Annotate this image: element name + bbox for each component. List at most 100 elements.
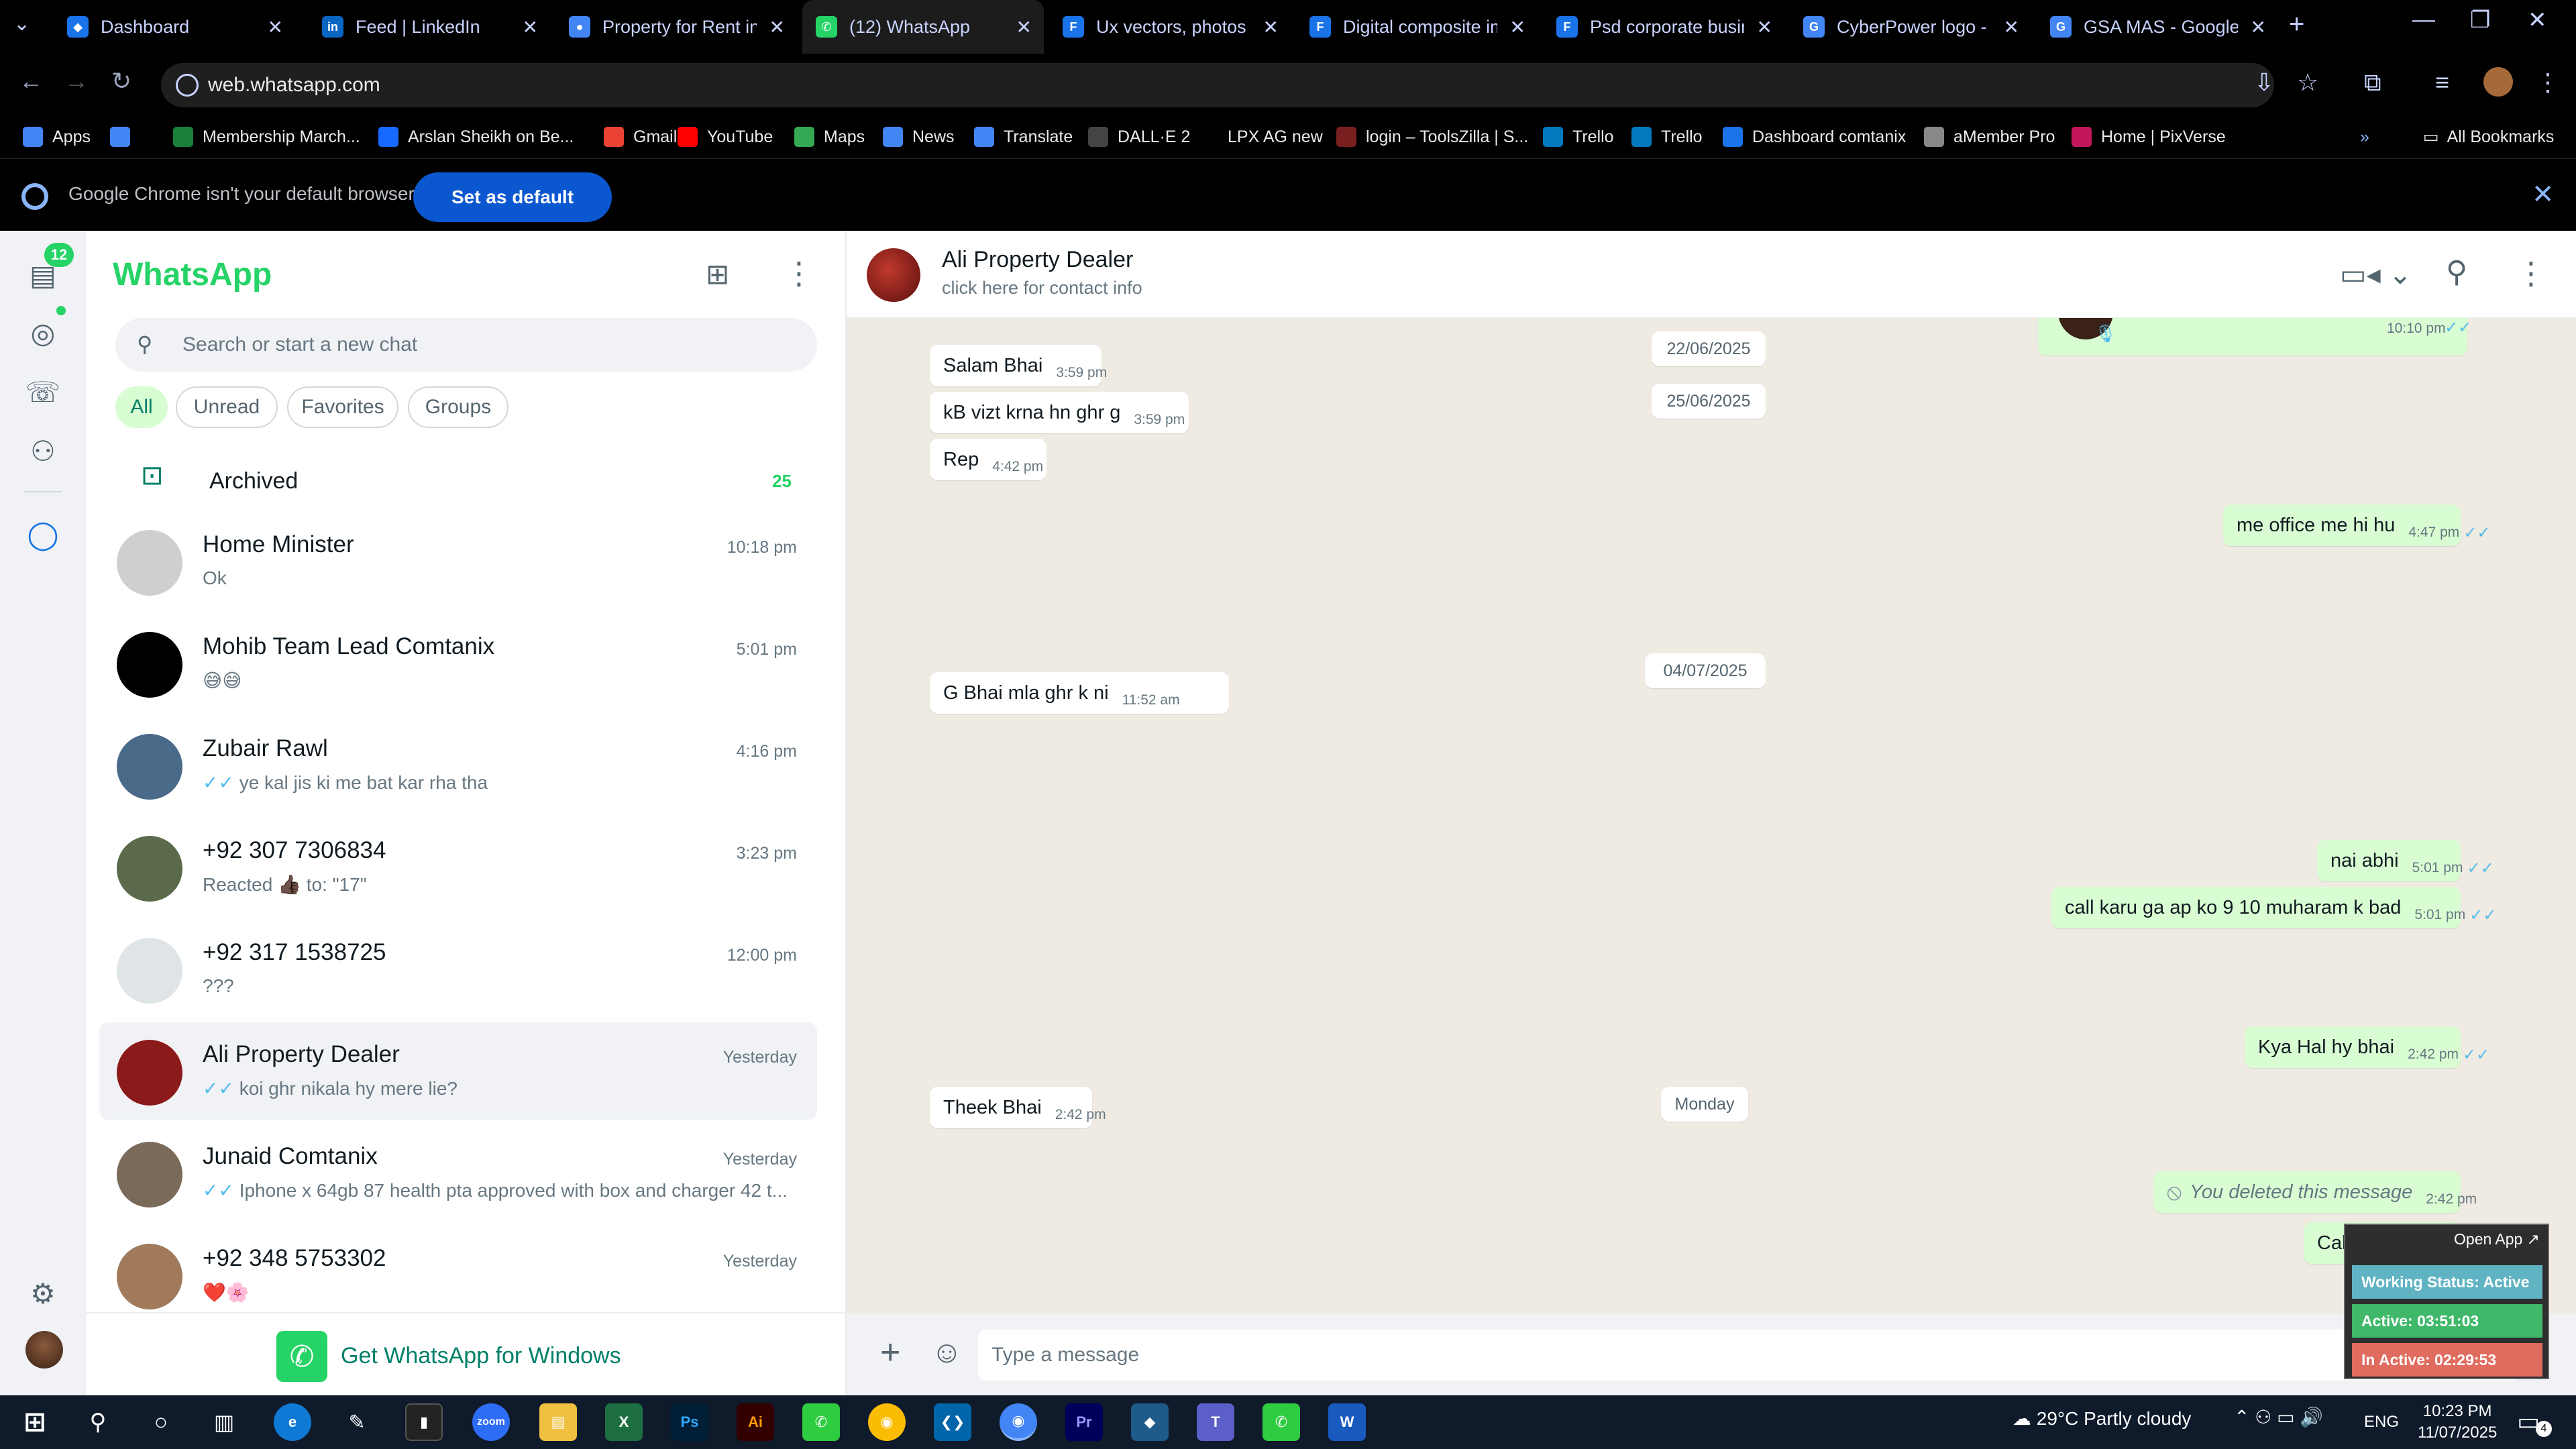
restore-icon[interactable]: ❐: [2470, 7, 2490, 34]
phone-app-icon[interactable]: ✆: [802, 1403, 840, 1441]
bookmark-item[interactable]: DALL·E 2: [1088, 118, 1190, 156]
channels-icon[interactable]: ☏: [24, 373, 62, 411]
menu-icon[interactable]: ⋮: [784, 255, 814, 291]
chat-list-item[interactable]: Ali Property Dealer Yesterday ✓✓ koi ghr n…: [99, 1022, 817, 1120]
tab-close-icon[interactable]: ✕: [1016, 16, 1032, 38]
cortana-icon[interactable]: ○: [142, 1403, 180, 1441]
outgoing-message[interactable]: Kya Hal hy bhai 2:42 pm ✓✓: [2245, 1026, 2489, 1068]
browser-tab[interactable]: G GSA MAS - Google S ✕: [2037, 0, 2278, 54]
search-messages-icon[interactable]: ⚲: [2446, 255, 2467, 289]
bookmark-item[interactable]: LPX AG new: [1198, 118, 1323, 156]
bookmark-item[interactable]: Apps: [23, 118, 91, 156]
zoom-icon[interactable]: zoom: [472, 1403, 510, 1441]
chat-list-item[interactable]: +92 317 1538725 12:00 pm???: [99, 920, 817, 1018]
more-bookmarks-icon[interactable]: »: [2360, 118, 2369, 156]
word-icon[interactable]: W: [1328, 1403, 1366, 1441]
install-app-icon[interactable]: ⇩: [2254, 68, 2274, 97]
my-profile-avatar[interactable]: [25, 1331, 63, 1368]
voice-message[interactable]: 🎙 10:10 pm ✓✓: [2038, 318, 2471, 356]
phone-app-2-icon[interactable]: ✆: [1263, 1403, 1300, 1441]
bookmark-item[interactable]: Gmail: [604, 118, 677, 156]
incoming-message[interactable]: kB vizt krna hn ghr g 3:59 pm: [930, 392, 1189, 433]
outgoing-message[interactable]: ⦸ You deleted this message 2:42 pm: [2153, 1171, 2477, 1213]
windows-start-icon[interactable]: ⊞: [16, 1403, 54, 1441]
filter-unread[interactable]: Unread: [176, 386, 278, 428]
settings-gear-icon[interactable]: ⚙: [24, 1275, 62, 1312]
close-window-icon[interactable]: ✕: [2528, 7, 2547, 34]
site-info-icon[interactable]: [176, 74, 199, 97]
incoming-message[interactable]: G Bhai mla ghr k ni 11:52 am: [930, 672, 1229, 714]
forward-icon[interactable]: →: [64, 67, 89, 95]
profile-avatar[interactable]: [2483, 67, 2513, 97]
bookmark-item[interactable]: Membership March...: [173, 118, 360, 156]
chat-list-item[interactable]: Junaid Comtanix Yesterday ✓✓ Iphone x 64gb…: [99, 1124, 817, 1222]
system-tray-icons[interactable]: ⌃ ⚇ ▭ 🔊: [2234, 1406, 2323, 1428]
tab-close-icon[interactable]: ✕: [1510, 16, 1525, 38]
weather-widget[interactable]: ☁ 29°C Partly cloudy: [2012, 1407, 2191, 1430]
video-call-icon[interactable]: ▭◂ ⌄: [2340, 258, 2412, 290]
filter-favorites[interactable]: Favorites: [287, 386, 398, 428]
bookmark-item[interactable]: Trello: [1543, 118, 1614, 156]
back-icon[interactable]: ←: [19, 67, 43, 95]
reload-icon[interactable]: ↻: [111, 67, 131, 95]
bookmark-item[interactable]: Dashboard comtanix: [1723, 118, 1906, 156]
sticker-emoji-icon[interactable]: ☺: [931, 1334, 963, 1370]
bookmark-item[interactable]: Arslan Sheikh on Be...: [378, 118, 574, 156]
file-explorer-icon[interactable]: ▤: [539, 1403, 577, 1441]
infobar-close-icon[interactable]: ✕: [2532, 179, 2555, 210]
chrome-active-icon[interactable]: ◉: [1000, 1403, 1037, 1441]
filter-all[interactable]: All: [115, 386, 168, 428]
chat-list-item[interactable]: +92 307 7306834 3:23 pm Reacted 👍🏿 to: "17…: [99, 818, 817, 916]
conversation-menu-icon[interactable]: ⋮: [2516, 255, 2546, 291]
browser-tab[interactable]: ● Property for Rent in P ✕: [555, 0, 797, 54]
url-bar[interactable]: web.whatsapp.com: [161, 63, 2274, 107]
meta-ai-icon[interactable]: ◯: [24, 515, 62, 553]
tab-close-icon[interactable]: ✕: [1757, 16, 1772, 38]
browser-tab[interactable]: ✆ (12) WhatsApp ✕: [802, 0, 1044, 54]
bookmark-item[interactable]: aMember Pro: [1924, 118, 2055, 156]
bookmark-item[interactable]: [110, 118, 140, 156]
teams-icon[interactable]: T: [1197, 1403, 1234, 1441]
pen-tool-icon[interactable]: ✎: [338, 1403, 376, 1441]
illustrator-icon[interactable]: Ai: [737, 1403, 774, 1441]
browser-tab[interactable]: F Ux vectors, photos an ✕: [1049, 0, 1291, 54]
terminal-icon[interactable]: ▮: [405, 1403, 443, 1441]
bookmark-item[interactable]: News: [883, 118, 955, 156]
outgoing-message[interactable]: call karu ga ap ko 9 10 muharam k bad 5:0…: [2051, 887, 2496, 928]
tab-close-icon[interactable]: ✕: [769, 16, 785, 38]
language-indicator[interactable]: ENG: [2364, 1413, 2399, 1432]
app-diamond-icon[interactable]: ◆: [1131, 1403, 1169, 1441]
tab-close-icon[interactable]: ✕: [268, 16, 283, 38]
bookmark-item[interactable]: Home | PixVerse: [2072, 118, 2226, 156]
browser-tab[interactable]: G CyberPower logo - G ✕: [1790, 0, 2031, 54]
archived-row[interactable]: ⊡ Archived 25: [86, 445, 847, 513]
outgoing-message[interactable]: nai abhi 5:01 pm ✓✓: [2317, 840, 2494, 881]
get-whatsapp-windows-banner[interactable]: ✆ Get WhatsApp for Windows: [86, 1312, 847, 1395]
premiere-icon[interactable]: Pr: [1065, 1403, 1103, 1441]
conversation-header[interactable]: Ali Property Dealer click here for conta…: [847, 231, 2576, 318]
tab-close-icon[interactable]: ✕: [2004, 16, 2019, 38]
browser-tab[interactable]: F Psd corporate busine ✕: [1543, 0, 1784, 54]
minimize-icon[interactable]: —: [2412, 7, 2435, 33]
chat-list-item[interactable]: Zubair Rawl 4:16 pm ✓✓ ye kal jis ki me ba…: [99, 716, 817, 814]
tab-search-chevron-icon[interactable]: ⌄: [13, 12, 30, 36]
chat-list-item[interactable]: Mohib Team Lead Comtanix 5:01 pm 😅😅: [99, 614, 817, 712]
bookmark-item[interactable]: Translate: [974, 118, 1073, 156]
browser-tab[interactable]: in Feed | LinkedIn ✕: [309, 0, 550, 54]
tab-close-icon[interactable]: ✕: [1263, 16, 1279, 38]
all-bookmarks-folder[interactable]: ▭ All Bookmarks: [2423, 118, 2554, 156]
tab-close-icon[interactable]: ✕: [2251, 16, 2266, 38]
open-app-link[interactable]: Open App ↗: [2454, 1230, 2540, 1248]
clock[interactable]: 10:23 PM 11/07/2025: [2418, 1401, 2497, 1444]
search-input[interactable]: ⚲ Search or start a new chat: [115, 318, 817, 372]
excel-icon[interactable]: X: [605, 1403, 643, 1441]
incoming-message[interactable]: Salam Bhai 3:59 pm: [930, 345, 1107, 386]
contact-avatar[interactable]: [867, 248, 920, 302]
taskbar-search-icon[interactable]: ⚲: [79, 1403, 117, 1441]
set-as-default-button[interactable]: Set as default: [413, 172, 612, 222]
media-control-icon[interactable]: ≡: [2435, 68, 2449, 97]
outgoing-message[interactable]: me office me hi hu 4:47 pm ✓✓: [2223, 504, 2491, 546]
incoming-message[interactable]: Rep 4:42 pm: [930, 439, 1046, 480]
photoshop-icon[interactable]: Ps: [671, 1403, 708, 1441]
chrome-menu-icon[interactable]: ⋮: [2536, 68, 2560, 97]
